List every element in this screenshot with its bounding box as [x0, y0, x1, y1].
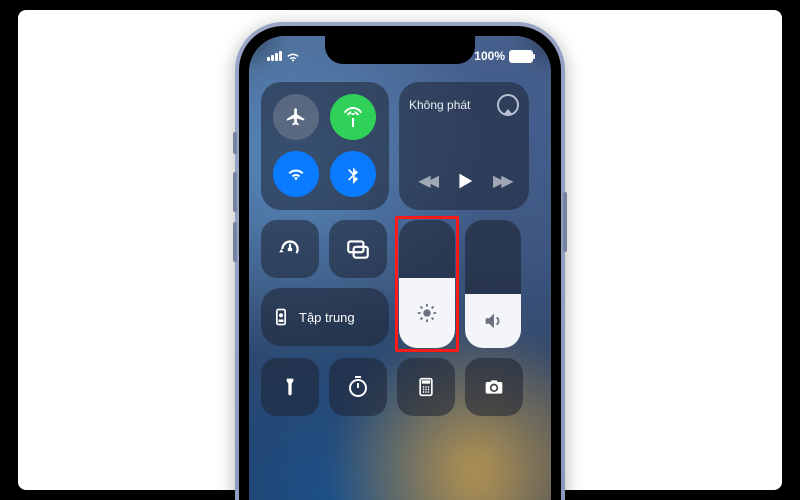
airplane-icon [285, 106, 307, 128]
wifi-status-icon [286, 51, 300, 62]
phone-frame: 100% [235, 22, 565, 500]
camera-button[interactable] [465, 358, 523, 416]
airplay-icon[interactable] [497, 94, 519, 116]
media-tile[interactable]: Không phát ◀◀ ▶▶ [399, 82, 529, 210]
next-track-button[interactable]: ▶▶ [493, 171, 510, 191]
airplane-mode-toggle[interactable] [273, 94, 319, 140]
power-button [563, 192, 567, 252]
timer-icon [346, 375, 370, 399]
bluetooth-toggle[interactable] [330, 151, 376, 197]
battery-percent: 100% [474, 49, 505, 63]
bluetooth-icon [343, 163, 363, 185]
volume-up-button [233, 172, 237, 212]
connectivity-tile[interactable] [261, 82, 389, 210]
control-center: Không phát ◀◀ ▶▶ [261, 82, 539, 416]
cellular-signal-icon [267, 51, 282, 61]
focus-icon [271, 307, 291, 327]
wifi-toggle[interactable] [273, 151, 319, 197]
brightness-slider[interactable] [399, 220, 455, 348]
flashlight-button[interactable] [261, 358, 319, 416]
media-title: Không phát [409, 98, 470, 112]
battery-icon [509, 50, 533, 63]
canvas: 100% [0, 0, 800, 500]
phone-notch [325, 36, 475, 64]
mute-switch [233, 132, 237, 154]
focus-button[interactable]: Tập trung [261, 288, 389, 346]
wifi-icon [285, 163, 307, 185]
focus-label: Tập trung [299, 310, 355, 325]
rotation-lock-icon [277, 236, 303, 262]
screen-mirroring-icon [345, 236, 371, 262]
timer-button[interactable] [329, 358, 387, 416]
camera-icon [482, 377, 506, 397]
cellular-icon [341, 105, 365, 129]
rotation-lock-button[interactable] [261, 220, 319, 278]
volume-down-button [233, 222, 237, 262]
calculator-icon [416, 375, 436, 399]
screen-mirroring-button[interactable] [329, 220, 387, 278]
calculator-button[interactable] [397, 358, 455, 416]
play-button[interactable] [453, 170, 475, 192]
speaker-icon [482, 310, 504, 332]
phone-screen: 100% [249, 36, 551, 500]
flashlight-icon [280, 375, 300, 399]
volume-slider[interactable] [465, 220, 521, 348]
previous-track-button[interactable]: ◀◀ [418, 171, 435, 191]
phone-bezel: 100% [239, 26, 561, 500]
cellular-data-toggle[interactable] [330, 94, 376, 140]
brightness-icon [416, 302, 438, 324]
